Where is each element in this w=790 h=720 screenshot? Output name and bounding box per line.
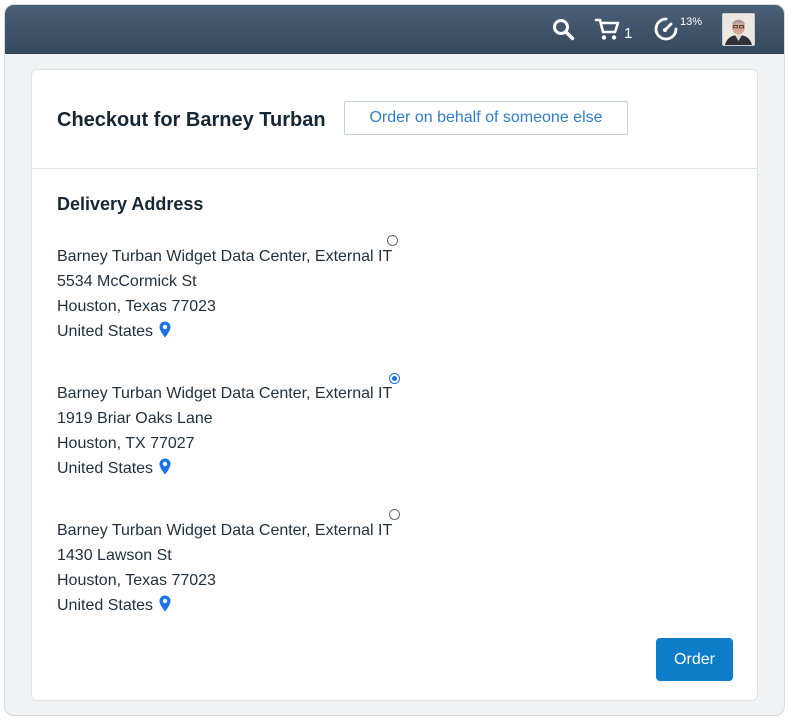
map-pin-icon[interactable] <box>159 595 171 612</box>
order-on-behalf-button[interactable]: Order on behalf of someone else <box>344 101 628 135</box>
address-city: Houston, Texas 77023 <box>57 572 216 589</box>
address-country-row: United States <box>57 593 417 618</box>
address-city: Houston, Texas 77023 <box>57 298 216 315</box>
address-name: Barney Turban Widget Data Center, Extern… <box>57 385 393 402</box>
cart-count-badge: 1 <box>624 24 633 42</box>
top-navigation-bar: 1 13% <box>5 5 784 54</box>
app-window: 1 13% Checkout for Barney Turban Order o… <box>4 4 785 716</box>
progress-gauge-icon <box>654 17 678 41</box>
address-country: United States <box>57 460 154 477</box>
avatar-image <box>723 14 754 45</box>
user-avatar[interactable] <box>722 13 755 46</box>
delivery-address-heading: Delivery Address <box>57 194 204 214</box>
search-icon <box>553 19 575 41</box>
address-option-3[interactable]: Barney Turban Widget Data Center, Extern… <box>57 518 417 618</box>
map-pin-icon[interactable] <box>159 458 171 475</box>
address-country-row: United States <box>57 456 417 481</box>
map-pin-icon[interactable] <box>159 321 171 338</box>
search-button[interactable] <box>551 5 579 53</box>
address-country: United States <box>57 597 154 614</box>
page-title: Checkout for Barney Turban <box>57 109 326 131</box>
address-city: Houston, TX 77027 <box>57 435 195 452</box>
address-name: Barney Turban Widget Data Center, Extern… <box>57 522 393 539</box>
address-street: 5534 McCormick St <box>57 273 197 290</box>
progress-percent: 13% <box>680 16 703 28</box>
address-country: United States <box>57 323 154 340</box>
address-country-row: United States <box>57 319 417 344</box>
checkout-header: Checkout for Barney Turban Order on beha… <box>32 70 757 169</box>
order-button[interactable]: Order <box>656 638 733 681</box>
address-name: Barney Turban Widget Data Center, Extern… <box>57 248 393 265</box>
progress-indicator[interactable]: 13% <box>653 5 705 53</box>
cart-button[interactable]: 1 <box>594 5 640 53</box>
address-street: 1919 Briar Oaks Lane <box>57 410 213 427</box>
cart-icon <box>594 18 620 40</box>
address-option-1[interactable]: Barney Turban Widget Data Center, Extern… <box>57 244 417 344</box>
checkout-card: Checkout for Barney Turban Order on beha… <box>31 69 758 701</box>
address-option-2[interactable]: Barney Turban Widget Data Center, Extern… <box>57 381 417 481</box>
address-street: 1430 Lawson St <box>57 547 172 564</box>
